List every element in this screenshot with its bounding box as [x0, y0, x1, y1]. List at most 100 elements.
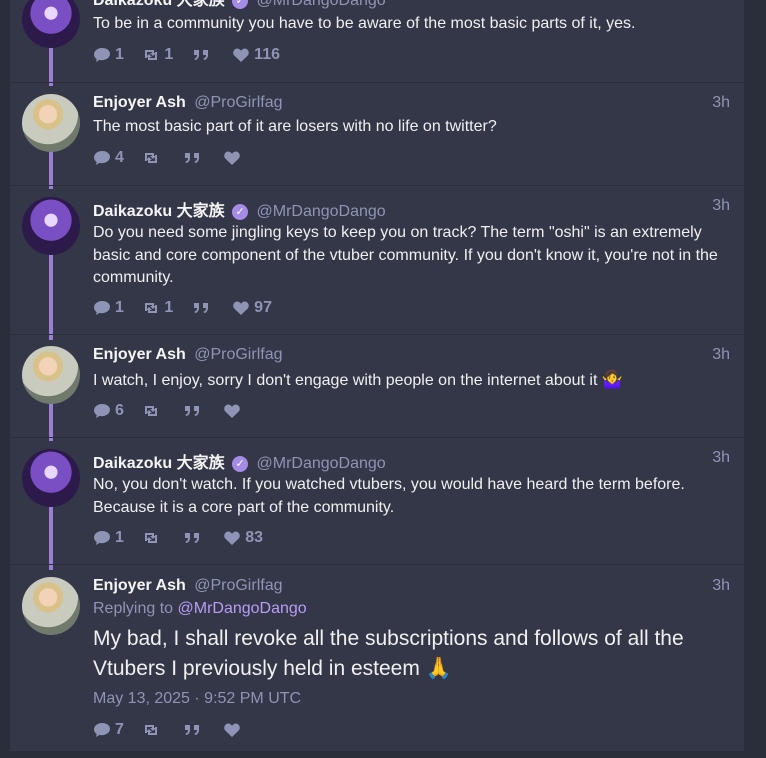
tweet-text: I watch, I enjoy, sorry I don't engage w… [93, 372, 598, 389]
pray-emoji: 🙏 [425, 657, 452, 680]
retweet-button[interactable] [142, 150, 164, 166]
heart-icon [233, 48, 249, 62]
tweet-text: The most basic part of it are losers wit… [93, 118, 497, 135]
quote-icon [193, 303, 208, 313]
quote-button[interactable] [183, 530, 205, 546]
display-name[interactable]: Enjoyer Ash [93, 94, 186, 111]
comment-icon [94, 48, 110, 62]
comment-icon [94, 301, 110, 315]
replying-prefix: Replying to [93, 600, 178, 617]
tweet-header: Daikazoku 大家族 ✓ @MrDangoDango 3h [93, 449, 730, 472]
tweet-time[interactable]: 3h [712, 346, 730, 364]
tweet-time[interactable]: 3h [712, 577, 730, 595]
tweet-text: My bad, I shall revoke all the subscript… [93, 627, 684, 680]
retweet-button[interactable]: 1 [142, 299, 173, 317]
quote-button[interactable] [183, 403, 205, 419]
thread-line [49, 254, 53, 340]
like-button[interactable] [223, 722, 245, 738]
thread-container: Daikazoku 大家族 ✓ @MrDangoDango 3h To be i… [10, 0, 744, 751]
divider [10, 334, 744, 335]
display-name[interactable]: Enjoyer Ash [93, 577, 186, 594]
heart-icon [224, 723, 241, 737]
thread-line [49, 506, 53, 570]
tweet-header: Enjoyer Ash @ProGirlfag 3h [93, 577, 730, 597]
display-name[interactable]: Daikazoku 大家族 [93, 203, 225, 220]
tweet-stats: 1 1 116 [93, 46, 294, 66]
like-button[interactable]: 116 [232, 46, 280, 64]
tweet-header: Enjoyer Ash @ProGirlfag 3h [93, 94, 730, 114]
tweet-text: No, you don't watch. If you watched vtub… [93, 476, 685, 516]
retweet-button[interactable]: 1 [142, 46, 173, 64]
tweet-time[interactable]: 3h [712, 449, 730, 467]
quote-button[interactable] [192, 300, 214, 316]
display-name[interactable]: Daikazoku 大家族 [93, 0, 225, 9]
thread-line [49, 151, 53, 189]
like-button[interactable] [223, 150, 245, 166]
tweet-stats: 6 [93, 402, 259, 422]
display-name[interactable]: Daikazoku 大家族 [93, 455, 225, 472]
tweet-text-container: I watch, I enjoy, sorry I don't engage w… [93, 369, 730, 393]
reply-count: 7 [115, 721, 124, 738]
like-button[interactable]: 83 [223, 529, 263, 547]
quote-button[interactable] [192, 47, 214, 63]
username[interactable]: @ProGirlfag [194, 577, 282, 594]
tweet-text-container: My bad, I shall revoke all the subscript… [93, 624, 730, 684]
like-button[interactable] [223, 403, 245, 419]
tweet-stats: 1 83 [93, 529, 277, 549]
verified-icon: ✓ [232, 0, 249, 9]
verified-icon: ✓ [232, 456, 249, 472]
tweet-stats: 1 1 97 [93, 299, 286, 319]
avatar[interactable] [22, 577, 80, 635]
tweet-header: Daikazoku 大家族 ✓ @MrDangoDango 3h [93, 197, 730, 220]
avatar[interactable] [22, 0, 80, 48]
retweet-count: 1 [164, 299, 174, 316]
display-name[interactable]: Enjoyer Ash [93, 346, 186, 363]
like-button[interactable]: 97 [232, 299, 272, 317]
tweet-text: Do you need some jingling keys to keep y… [93, 224, 718, 286]
heart-icon [224, 531, 241, 545]
reply-button[interactable]: 1 [93, 46, 124, 64]
like-count: 97 [254, 299, 272, 316]
tweet-time[interactable]: 3h [712, 0, 730, 4]
tweet-stats: 7 [93, 721, 259, 741]
reply-button[interactable]: 4 [93, 149, 124, 167]
shrug-emoji: 🤷‍♀️ [601, 370, 624, 389]
heart-icon [224, 151, 241, 165]
username[interactable]: @ProGirlfag [194, 346, 282, 363]
divider [10, 564, 744, 565]
comment-icon [94, 531, 110, 545]
reply-button[interactable]: 1 [93, 529, 124, 547]
quote-icon [184, 725, 199, 735]
retweet-icon [145, 50, 158, 60]
quote-button[interactable] [183, 150, 205, 166]
username[interactable]: @MrDangoDango [257, 203, 386, 220]
comment-icon [94, 151, 110, 165]
retweet-button[interactable] [142, 530, 164, 546]
avatar[interactable] [22, 449, 80, 507]
username[interactable]: @MrDangoDango [257, 0, 386, 9]
replying-mention[interactable]: @MrDangoDango [178, 600, 307, 617]
tweet-text: To be in a community you have to be awar… [93, 15, 636, 32]
username[interactable]: @ProGirlfag [194, 94, 282, 111]
quote-icon [184, 533, 199, 543]
retweet-button[interactable] [142, 403, 164, 419]
username[interactable]: @MrDangoDango [257, 455, 386, 472]
quote-icon [184, 406, 199, 416]
avatar[interactable] [22, 346, 80, 404]
tweet-time[interactable]: 3h [712, 94, 730, 112]
reply-button[interactable]: 7 [93, 721, 124, 739]
like-count: 83 [245, 529, 264, 546]
reply-button[interactable]: 6 [93, 402, 124, 420]
avatar[interactable] [22, 94, 80, 152]
comment-icon [94, 404, 110, 418]
retweet-button[interactable] [142, 722, 164, 738]
tweet-date[interactable]: May 13, 2025 · 9:52 PM UTC [93, 690, 301, 708]
divider [10, 437, 744, 438]
tweet-time[interactable]: 3h [712, 197, 730, 215]
thread-line [49, 403, 53, 441]
reply-button[interactable]: 1 [93, 299, 124, 317]
quote-button[interactable] [183, 722, 205, 738]
comment-icon [94, 723, 110, 737]
retweet-icon [145, 303, 158, 313]
avatar[interactable] [22, 197, 80, 255]
